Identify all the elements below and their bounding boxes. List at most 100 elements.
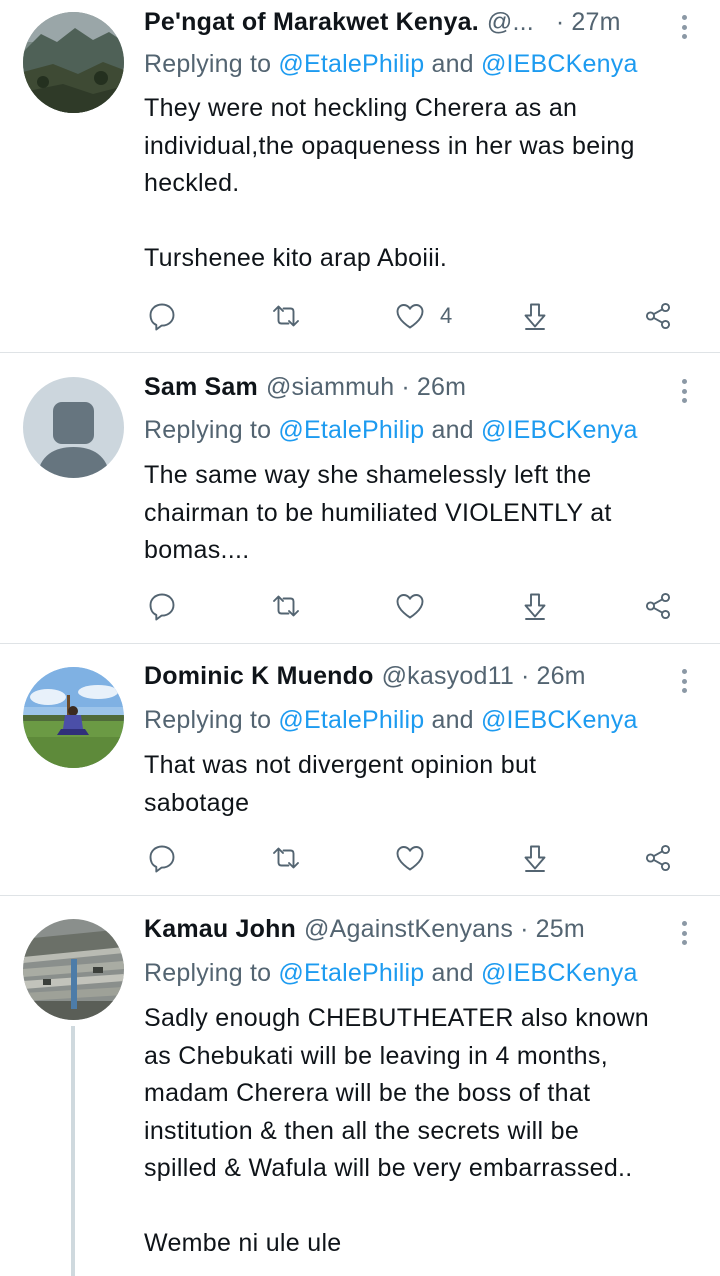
tweet-text-line: Wembe ni ule ule bbox=[144, 1229, 342, 1257]
mention-link[interactable]: @EtalePhilip bbox=[278, 50, 424, 78]
tweet-header: Sam Sam @siammuh · 26m bbox=[144, 373, 680, 413]
share-icon bbox=[645, 302, 671, 330]
mention-link[interactable]: @IEBCKenya bbox=[481, 959, 638, 987]
like-button[interactable]: 4 bbox=[394, 296, 452, 336]
replying-to: Replying to @EtalePhilip and @IEBCKenya bbox=[144, 959, 638, 988]
person-on-field-photo-avatar[interactable] bbox=[23, 667, 124, 768]
share-button[interactable] bbox=[642, 838, 674, 878]
tweet-text: They were not heckling Cherera as an ind… bbox=[144, 90, 690, 278]
landscape-photo-avatar[interactable] bbox=[23, 12, 124, 113]
tweet-actions bbox=[0, 838, 720, 878]
tweet-text-line: heckled. bbox=[144, 169, 240, 197]
tweet-header: Pe'ngat of Marakwet Kenya. @... · 27m bbox=[144, 8, 680, 48]
share-button[interactable] bbox=[642, 296, 674, 336]
tweet-text-line: sabotage bbox=[144, 788, 250, 817]
replying-to-label: Replying to bbox=[144, 416, 279, 444]
reply-button[interactable] bbox=[146, 838, 178, 878]
replying-to-and: and bbox=[424, 416, 481, 444]
tweet-text: The same way she shamelessly left the ch… bbox=[144, 457, 690, 570]
like-button[interactable] bbox=[394, 586, 426, 626]
reply-button[interactable] bbox=[146, 586, 178, 626]
more-vertical-icon[interactable] bbox=[674, 918, 694, 948]
tweet-header: Dominic K Muendo @kasyod11 · 26m bbox=[144, 662, 680, 702]
tweet-actions bbox=[0, 586, 720, 626]
download-button[interactable] bbox=[519, 586, 551, 626]
retweet-icon bbox=[273, 595, 299, 617]
reply-icon bbox=[149, 845, 175, 873]
retweet-icon bbox=[273, 305, 299, 327]
separator-dot: · bbox=[520, 662, 530, 690]
tweet-text-line: chairman to be humiliated VIOLENTLY at bbox=[144, 498, 612, 527]
download-icon bbox=[524, 593, 546, 620]
tweet-text-line: Sadly enough CHEBUTHEATER also known bbox=[144, 1004, 650, 1032]
collapsed-building-photo-avatar[interactable] bbox=[23, 919, 124, 1020]
download-button[interactable] bbox=[519, 296, 551, 336]
share-icon bbox=[645, 592, 671, 620]
user-handle[interactable]: @kasyod11 bbox=[382, 662, 514, 691]
replying-to-label: Replying to bbox=[144, 959, 279, 987]
like-icon bbox=[396, 594, 424, 619]
user-handle[interactable]: @siammuh bbox=[266, 373, 394, 402]
replying-to: Replying to @EtalePhilip and @IEBCKenya bbox=[144, 706, 638, 735]
mention-link[interactable]: @EtalePhilip bbox=[278, 959, 424, 987]
tweet-text-line: bomas.... bbox=[144, 536, 250, 564]
timestamp[interactable]: 26m bbox=[417, 373, 466, 402]
retweet-button[interactable] bbox=[270, 838, 302, 878]
timestamp[interactable]: 25m bbox=[536, 915, 585, 944]
separator-dot: · bbox=[401, 373, 410, 401]
share-icon bbox=[645, 844, 671, 872]
display-name[interactable]: Kamau John bbox=[144, 915, 296, 944]
tweet-text-line: spilled & Wafula will be very embarrasse… bbox=[144, 1154, 633, 1182]
default-person-avatar[interactable] bbox=[23, 377, 124, 478]
user-handle[interactable]: @... bbox=[487, 8, 534, 37]
more-vertical-icon[interactable] bbox=[674, 666, 694, 696]
like-button[interactable] bbox=[394, 838, 426, 878]
display-name[interactable]: Sam Sam bbox=[144, 373, 258, 402]
tweet-text-line: That was not divergent opinion but bbox=[144, 751, 537, 779]
more-vertical-icon[interactable] bbox=[674, 12, 694, 42]
retweet-button[interactable] bbox=[270, 586, 302, 626]
tweet[interactable]: Pe'ngat of Marakwet Kenya. @... · 27m Re… bbox=[0, 0, 720, 352]
mention-link[interactable]: @EtalePhilip bbox=[278, 706, 424, 734]
tweet-header: Kamau John @AgainstKenyans · 25m bbox=[144, 915, 680, 955]
timestamp[interactable]: 26m bbox=[536, 662, 585, 691]
timestamp[interactable]: 27m bbox=[571, 8, 620, 37]
mention-link[interactable]: @IEBCKenya bbox=[481, 706, 638, 734]
user-handle[interactable]: @AgainstKenyans bbox=[304, 915, 513, 944]
like-count: 4 bbox=[440, 303, 453, 328]
mention-link[interactable]: @IEBCKenya bbox=[481, 416, 638, 444]
replying-to-and: and bbox=[424, 959, 481, 987]
replying-to: Replying to @EtalePhilip and @IEBCKenya bbox=[144, 50, 638, 79]
tweet[interactable]: Sam Sam @siammuh · 26m Replying to @Etal… bbox=[0, 353, 720, 643]
replying-to-and: and bbox=[424, 50, 481, 78]
tweet-text-line: as Chebukati will be leaving in 4 months… bbox=[144, 1041, 608, 1070]
download-button[interactable] bbox=[519, 838, 551, 878]
tweet-text: That was not divergent opinion but sabot… bbox=[144, 747, 690, 822]
retweet-button[interactable] bbox=[270, 296, 302, 336]
mention-link[interactable]: @EtalePhilip bbox=[278, 416, 424, 444]
share-button[interactable] bbox=[642, 586, 674, 626]
like-icon bbox=[396, 304, 424, 329]
separator-dot: · bbox=[520, 915, 529, 943]
replying-to-label: Replying to bbox=[144, 50, 279, 78]
tweet-text-line: individual,the opaqueness in her was bei… bbox=[144, 131, 635, 160]
retweet-icon bbox=[273, 847, 299, 869]
tweet-text-line: madam Cherera will be the boss of that bbox=[144, 1079, 591, 1107]
more-vertical-icon[interactable] bbox=[674, 376, 694, 406]
download-icon bbox=[524, 303, 546, 330]
reply-button[interactable] bbox=[146, 296, 178, 336]
tweet-text-line: They were not heckling Cherera as an bbox=[144, 94, 578, 122]
replying-to: Replying to @EtalePhilip and @IEBCKenya bbox=[144, 416, 638, 445]
display-name[interactable]: Dominic K Muendo bbox=[144, 662, 374, 691]
thread-line bbox=[71, 1026, 75, 1276]
mention-link[interactable]: @IEBCKenya bbox=[481, 50, 638, 78]
tweet[interactable]: Kamau John @AgainstKenyans · 25m Replyin… bbox=[0, 896, 720, 1276]
display-name[interactable]: Pe'ngat of Marakwet Kenya. bbox=[144, 8, 479, 37]
tweet-text-line: institution & then all the secrets will … bbox=[144, 1116, 580, 1145]
tweet-text-line: Turshenee kito arap Aboiii. bbox=[144, 244, 448, 272]
download-icon bbox=[524, 845, 546, 872]
tweet[interactable]: Dominic K Muendo @kasyod11 · 26m Replyin… bbox=[0, 644, 720, 895]
reply-icon bbox=[149, 593, 175, 621]
replying-to-label: Replying to bbox=[144, 706, 279, 734]
separator-dot: · bbox=[555, 8, 565, 36]
